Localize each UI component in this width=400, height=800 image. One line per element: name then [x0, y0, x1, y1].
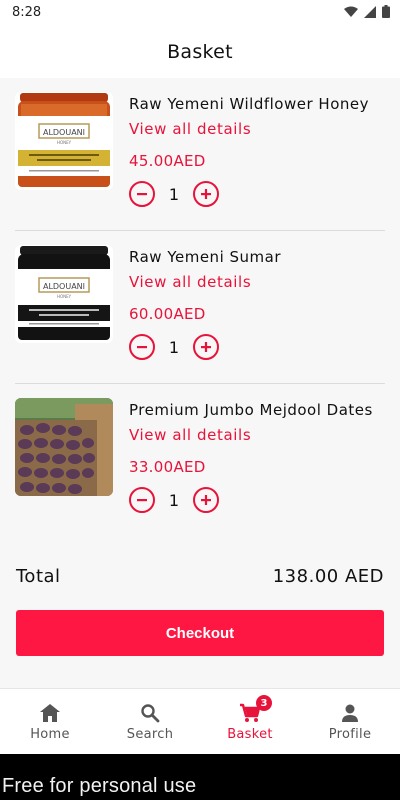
quantity-stepper: 1	[129, 180, 219, 208]
total-value: 138.00 AED	[272, 565, 384, 587]
cart-count-badge: 3	[256, 695, 272, 711]
increase-quantity-button[interactable]	[193, 334, 219, 360]
wifi-icon	[344, 6, 358, 17]
decrease-quantity-button[interactable]	[129, 487, 155, 513]
basket-list: ALDOUANI HONEY Raw Yemeni Wildflower Hon…	[0, 78, 400, 688]
brand-sub-label: HONEY	[57, 140, 72, 145]
checkout-button[interactable]: Checkout	[16, 610, 384, 656]
minus-icon	[137, 499, 147, 502]
person-icon	[342, 704, 358, 722]
increase-quantity-button[interactable]	[193, 181, 219, 207]
product-image[interactable]: ALDOUANI HONEY	[15, 245, 113, 343]
total-label: Total	[16, 565, 61, 587]
product-price: 33.00AED	[129, 458, 206, 476]
minus-icon	[137, 193, 147, 196]
basket-item: ALDOUANI HONEY Raw Yemeni Sumar View all…	[0, 231, 400, 384]
nav-label: Profile	[328, 727, 372, 742]
nav-label: Home	[30, 727, 70, 742]
status-time: 8:28	[12, 5, 42, 20]
brand-sub-label: HONEY	[57, 294, 72, 299]
view-details-link[interactable]: View all details	[129, 120, 251, 138]
search-icon	[141, 704, 160, 723]
increase-quantity-button[interactable]	[193, 487, 219, 513]
nav-label: Search	[126, 727, 174, 742]
product-name: Raw Yemeni Sumar	[129, 248, 282, 266]
home-icon	[40, 704, 60, 722]
plus-icon	[201, 342, 211, 352]
product-name: Raw Yemeni Wildflower Honey	[129, 95, 369, 113]
view-details-link[interactable]: View all details	[129, 426, 251, 444]
watermark-text: Free for personal use	[2, 775, 197, 797]
quantity-value: 1	[168, 184, 180, 204]
page-title: Basket	[167, 41, 233, 63]
brand-label: ALDOUANI	[43, 282, 85, 291]
decrease-quantity-button[interactable]	[129, 334, 155, 360]
product-image[interactable]: ALDOUANI HONEY	[15, 92, 113, 190]
quantity-stepper: 1	[129, 333, 219, 361]
basket-item: ALDOUANI HONEY Raw Yemeni Wildflower Hon…	[0, 78, 400, 231]
view-details-link[interactable]: View all details	[129, 273, 251, 291]
battery-icon	[382, 5, 390, 18]
bottom-nav: Home Search 3 Basket Profile	[0, 688, 400, 754]
total-row: Total 138.00 AED	[16, 561, 384, 591]
product-price: 60.00AED	[129, 305, 206, 323]
signal-icon	[364, 5, 376, 18]
brand-label: ALDOUANI	[43, 128, 85, 137]
product-name: Premium Jumbo Mejdool Dates	[129, 401, 373, 419]
decrease-quantity-button[interactable]	[129, 181, 155, 207]
nav-item-search[interactable]: Search	[100, 689, 200, 755]
product-price: 45.00AED	[129, 152, 206, 170]
status-icons	[344, 5, 390, 18]
header: Basket	[0, 26, 400, 78]
nav-label: Basket	[227, 727, 273, 742]
nav-item-basket[interactable]: 3 Basket	[200, 689, 300, 755]
quantity-value: 1	[168, 337, 180, 357]
nav-item-profile[interactable]: Profile	[300, 689, 400, 755]
plus-icon	[201, 495, 211, 505]
basket-item: Premium Jumbo Mejdool Dates View all det…	[0, 384, 400, 537]
nav-item-home[interactable]: Home	[0, 689, 100, 755]
quantity-value: 1	[168, 490, 180, 510]
plus-icon	[201, 189, 211, 199]
status-bar: 8:28	[0, 0, 400, 26]
product-image[interactable]	[15, 398, 113, 496]
minus-icon	[137, 346, 147, 349]
quantity-stepper: 1	[129, 486, 219, 514]
